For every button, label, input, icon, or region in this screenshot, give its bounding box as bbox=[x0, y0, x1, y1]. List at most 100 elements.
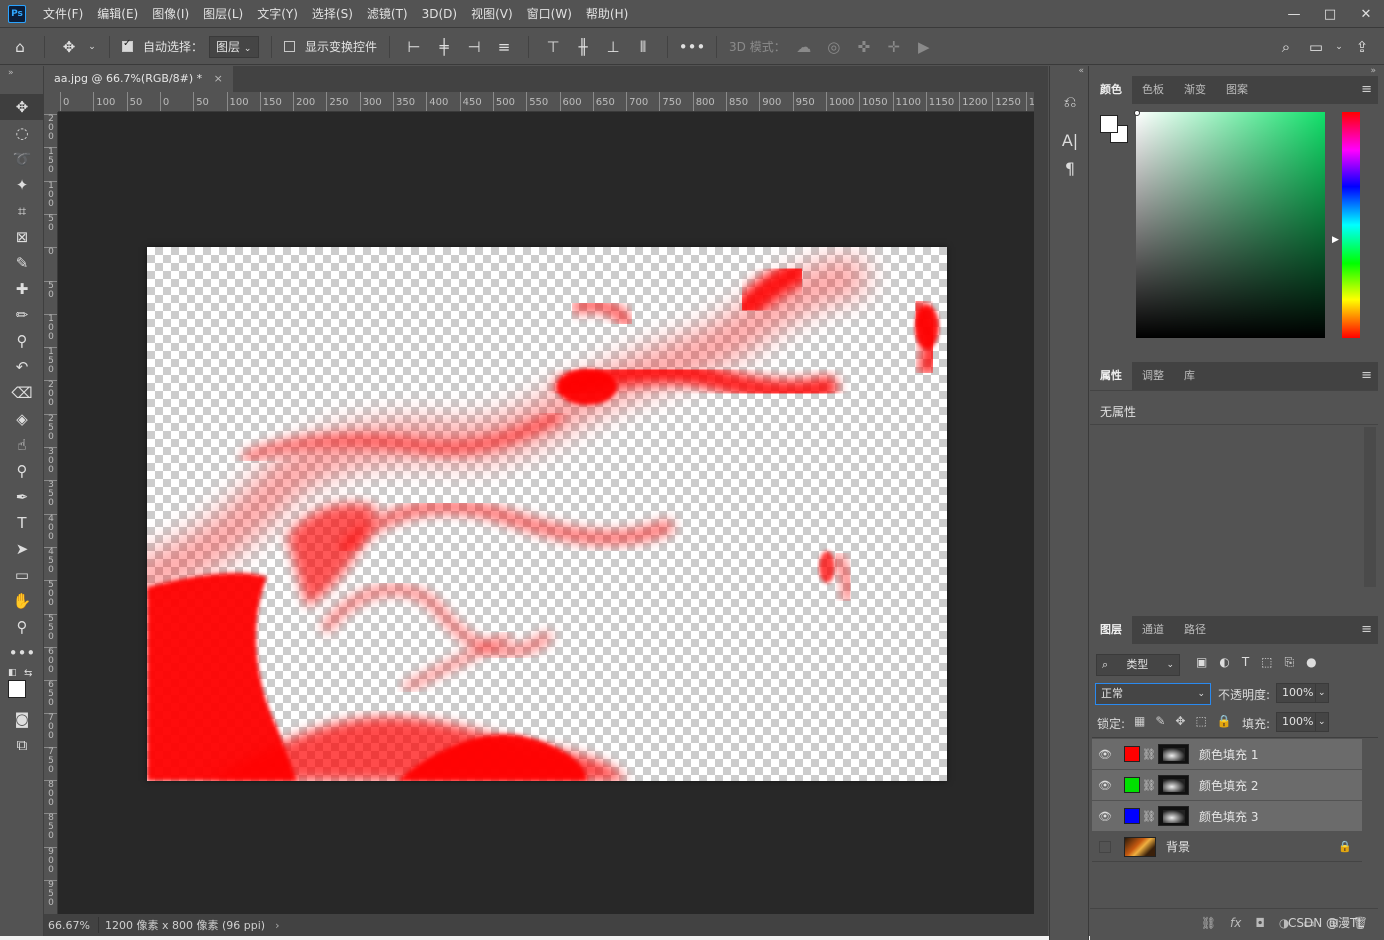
dodge-tool-icon[interactable]: ⚲ bbox=[0, 458, 44, 484]
quick-mask-icon[interactable]: ◙ bbox=[0, 706, 44, 732]
filter-smart-object-icon[interactable]: ⎘ bbox=[1285, 655, 1295, 670]
filter-type-icon[interactable]: T bbox=[1242, 655, 1249, 670]
menu-select[interactable]: 选择(S) bbox=[305, 0, 360, 28]
type-tool-icon[interactable]: T bbox=[0, 510, 44, 536]
history-brush-tool-icon[interactable]: ↶ bbox=[0, 354, 44, 380]
menu-file[interactable]: 文件(F) bbox=[36, 0, 90, 28]
fill-dropdown-icon[interactable]: ⌄ bbox=[1315, 712, 1329, 732]
tab-libraries[interactable]: 库 bbox=[1174, 362, 1205, 390]
menu-image[interactable]: 图像(I) bbox=[145, 0, 196, 28]
menu-view[interactable]: 视图(V) bbox=[464, 0, 520, 28]
auto-select-dropdown[interactable]: 图层 ⌄ bbox=[209, 35, 260, 58]
path-selection-tool-icon[interactable]: ➤ bbox=[0, 536, 44, 562]
menu-help[interactable]: 帮助(H) bbox=[579, 0, 635, 28]
color-spectrum[interactable] bbox=[1136, 112, 1325, 338]
tab-paths[interactable]: 路径 bbox=[1174, 616, 1216, 644]
collapse-right-dock-icon[interactable]: » bbox=[1370, 66, 1376, 76]
clone-stamp-tool-icon[interactable]: ⚲ bbox=[0, 328, 44, 354]
filter-adjustment-icon[interactable]: ◐ bbox=[1219, 655, 1229, 670]
default-colors-icon[interactable]: ◧ bbox=[8, 668, 17, 678]
lock-transparency-icon[interactable]: ▦ bbox=[1134, 714, 1145, 728]
panel-menu-icon[interactable]: ≡ bbox=[1361, 362, 1372, 390]
align-top-icon[interactable]: ⊤ bbox=[541, 35, 565, 59]
tab-properties[interactable]: 属性 bbox=[1090, 362, 1132, 390]
link-icon[interactable]: ⛓ bbox=[1142, 810, 1156, 823]
document-image[interactable] bbox=[147, 247, 947, 781]
collapse-toolbar-icon[interactable]: » bbox=[0, 66, 43, 94]
hand-tool-icon[interactable]: ✋ bbox=[0, 588, 44, 614]
filter-toggle-icon[interactable]: ● bbox=[1306, 655, 1316, 670]
foreground-color-swatch[interactable] bbox=[8, 680, 26, 698]
opacity-dropdown-icon[interactable]: ⌄ bbox=[1315, 683, 1329, 703]
document-tab[interactable]: aa.jpg @ 66.7%(RGB/8#) * × bbox=[44, 66, 233, 92]
menu-window[interactable]: 窗口(W) bbox=[520, 0, 579, 28]
visibility-eye-icon[interactable]: 👁 bbox=[1092, 779, 1118, 792]
link-layers-icon[interactable]: ⛓ bbox=[1201, 916, 1216, 930]
vertical-scrollbar[interactable] bbox=[1034, 92, 1048, 914]
layer-style-icon[interactable]: fx bbox=[1230, 916, 1241, 930]
visibility-eye-icon[interactable]: 👁 bbox=[1092, 748, 1118, 761]
panel-menu-icon[interactable]: ≡ bbox=[1361, 76, 1372, 104]
3d-roll-icon[interactable]: ◎ bbox=[822, 35, 846, 59]
3d-orbit-icon[interactable]: ☁ bbox=[792, 35, 816, 59]
filter-pixel-icon[interactable]: ▣ bbox=[1196, 655, 1207, 670]
tab-layers[interactable]: 图层 bbox=[1090, 616, 1132, 644]
search-icon[interactable]: ⌕ bbox=[1274, 35, 1298, 59]
hue-slider-handle-icon[interactable]: ▶ bbox=[1332, 235, 1339, 245]
color-picker-handle[interactable] bbox=[1134, 110, 1140, 116]
menu-edit[interactable]: 编辑(E) bbox=[90, 0, 145, 28]
history-panel-icon[interactable]: ⎌ bbox=[1050, 88, 1090, 116]
auto-select-checkbox[interactable] bbox=[122, 38, 133, 52]
opacity-field[interactable]: 100% bbox=[1276, 683, 1316, 703]
menu-type[interactable]: 文字(Y) bbox=[250, 0, 305, 28]
zoom-tool-icon[interactable]: ⚲ bbox=[0, 614, 44, 640]
pen-tool-icon[interactable]: ✒ bbox=[0, 484, 44, 510]
minimize-button[interactable]: — bbox=[1276, 0, 1312, 28]
layer-row[interactable]: 👁 ⛓ 颜色填充 1 bbox=[1092, 739, 1362, 769]
frame-tool-icon[interactable]: ⊠ bbox=[0, 224, 44, 250]
tab-channels[interactable]: 通道 bbox=[1132, 616, 1174, 644]
magic-wand-tool-icon[interactable]: ✦ bbox=[0, 172, 44, 198]
layer-name[interactable]: 颜色填充 2 bbox=[1199, 777, 1258, 794]
smudge-tool-icon[interactable]: ☝ bbox=[0, 432, 44, 458]
hue-slider[interactable] bbox=[1342, 112, 1360, 338]
layer-mask-thumbnail[interactable] bbox=[1158, 806, 1189, 826]
filter-shape-icon[interactable]: ⬚ bbox=[1261, 655, 1272, 670]
align-left-icon[interactable]: ⊢ bbox=[402, 35, 426, 59]
horizontal-ruler[interactable]: 0 100 50 0 50 100 150 200 250 300 350 400 450 500 550 6… bbox=[58, 92, 1034, 112]
add-mask-icon[interactable]: ◘ bbox=[1255, 916, 1265, 930]
layer-mask-thumbnail[interactable] bbox=[1158, 775, 1189, 795]
layer-row[interactable]: 👁 ⛓ 颜色填充 2 bbox=[1092, 770, 1362, 800]
lock-pixels-icon[interactable]: ✎ bbox=[1155, 714, 1165, 728]
link-icon[interactable]: ⛓ bbox=[1142, 748, 1156, 761]
fill-field[interactable]: 100% bbox=[1276, 712, 1316, 732]
collapse-dock-icon[interactable]: « bbox=[1050, 66, 1088, 88]
layer-name[interactable]: 颜色填充 3 bbox=[1199, 808, 1258, 825]
3d-pan-icon[interactable]: ✜ bbox=[852, 35, 876, 59]
eyedropper-tool-icon[interactable]: ✎ bbox=[0, 250, 44, 276]
properties-scrollbar[interactable] bbox=[1364, 427, 1376, 587]
lock-artboard-icon[interactable]: ⬚ bbox=[1195, 714, 1206, 728]
tab-patterns[interactable]: 图案 bbox=[1216, 76, 1258, 104]
foreground-color-chip[interactable] bbox=[1100, 115, 1118, 133]
menu-3d[interactable]: 3D(D) bbox=[415, 0, 464, 28]
paint-bucket-tool-icon[interactable]: ◈ bbox=[0, 406, 44, 432]
layer-row[interactable]: 背景 🔒 bbox=[1092, 832, 1362, 862]
align-bottom-icon[interactable]: ⊥ bbox=[601, 35, 625, 59]
close-button[interactable]: ✕ bbox=[1348, 0, 1384, 28]
status-menu-icon[interactable]: › bbox=[271, 919, 283, 932]
background-layer-thumbnail[interactable] bbox=[1124, 836, 1156, 857]
layer-mask-thumbnail[interactable] bbox=[1158, 744, 1189, 764]
close-tab-icon[interactable]: × bbox=[214, 72, 223, 85]
tab-swatches[interactable]: 色板 bbox=[1132, 76, 1174, 104]
lock-position-icon[interactable]: ✥ bbox=[1175, 714, 1185, 728]
character-panel-icon[interactable]: A| bbox=[1050, 126, 1090, 154]
panel-menu-icon[interactable]: ≡ bbox=[1361, 616, 1372, 644]
3d-slide-icon[interactable]: ✛ bbox=[882, 35, 906, 59]
layer-name[interactable]: 背景 bbox=[1166, 838, 1190, 855]
rectangle-tool-icon[interactable]: ▭ bbox=[0, 562, 44, 588]
fill-color-swatch[interactable] bbox=[1124, 777, 1140, 793]
menu-filter[interactable]: 滤镜(T) bbox=[360, 0, 415, 28]
brush-tool-icon[interactable]: ✏ bbox=[0, 302, 44, 328]
more-options-icon[interactable]: ••• bbox=[679, 35, 706, 59]
